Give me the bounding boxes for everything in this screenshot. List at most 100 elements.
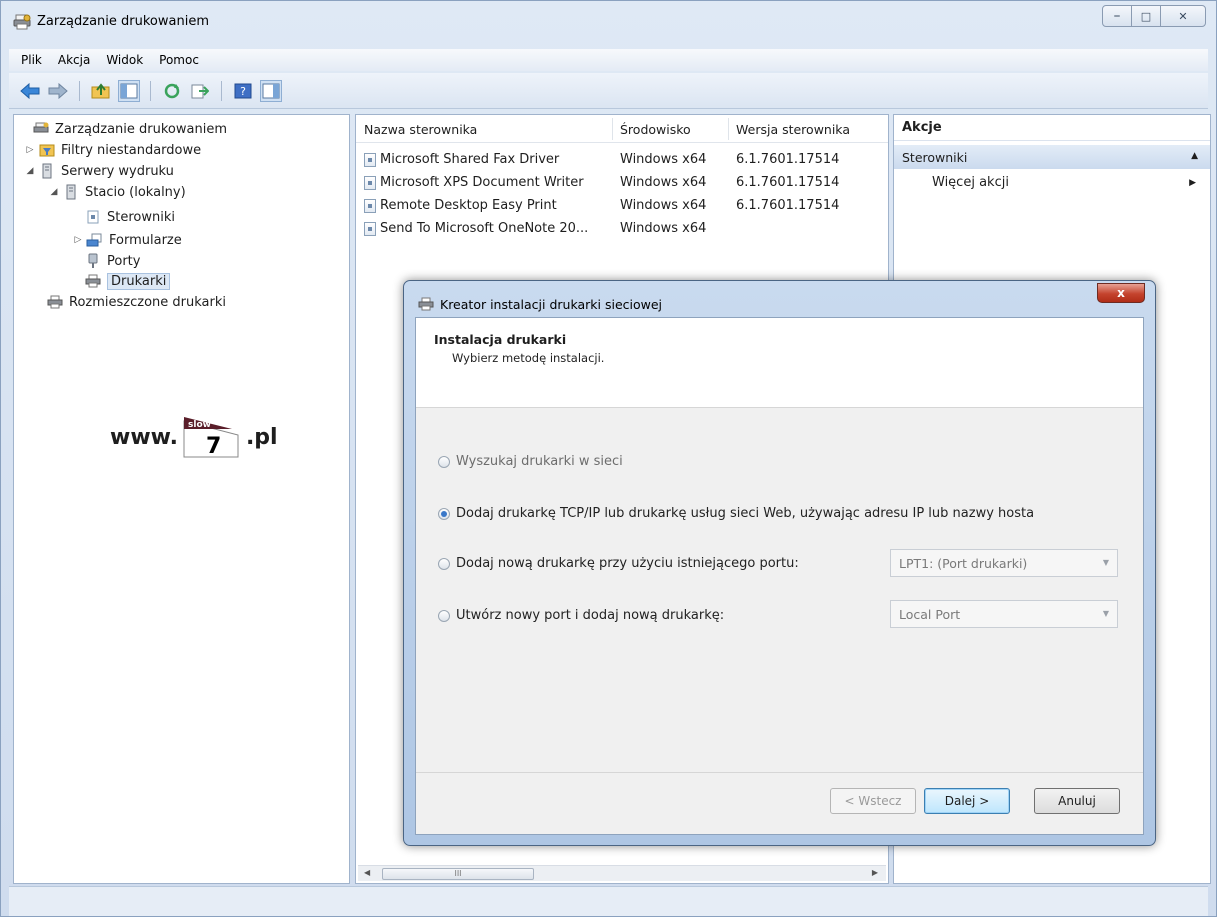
back-arrow-icon [20,82,40,99]
tree-item-deployed-printers[interactable]: Rozmieszczone drukarki [44,292,226,312]
show-action-pane-button[interactable] [260,79,282,102]
cell-driver-name: Send To Microsoft OneNote 20... [380,221,589,236]
tree-item-root[interactable]: Zarządzanie drukowaniem [18,119,227,139]
column-header-environment[interactable]: Środowisko [612,118,691,140]
driver-icon [84,209,102,225]
cell-driver-name: Microsoft Shared Fax Driver [380,152,560,167]
driver-icon [364,199,376,213]
close-button[interactable]: ✕ [1160,5,1206,27]
help-button[interactable]: ? [232,80,254,102]
up-level-button[interactable] [90,80,112,102]
next-button[interactable]: Dalej > [924,788,1010,814]
menu-bar: Plik Akcja Widok Pomoc [9,49,1208,71]
watermark-logo: www. slow 7 .pl [110,415,278,459]
scroll-thumb[interactable]: III [382,868,534,880]
console-tree: Zarządzanie drukowaniem ▷ Filtry niestan… [13,114,350,884]
printer-icon [46,294,64,310]
option-search-network[interactable]: Wyszukaj drukarki w sieci [438,454,623,469]
status-bar [9,886,1208,916]
server-icon [38,163,56,179]
cell-driver-name: Remote Desktop Easy Print [380,198,557,213]
show-tree-button[interactable] [118,79,140,102]
dialog-body: Instalacja drukarki Wybierz metodę insta… [415,317,1144,835]
menu-view[interactable]: Widok [98,53,151,67]
table-row[interactable]: Microsoft Shared Fax Driver Windows x64 … [356,149,888,171]
watermark-top: slow [188,420,211,430]
network-printer-wizard-dialog: Kreator instalacji drukarki sieciowej x … [403,280,1156,846]
radio-button[interactable] [438,455,450,468]
existing-port-value: LPT1: (Port drukarki) [899,556,1028,571]
window-title: Zarządzanie drukowaniem [37,14,209,29]
cell-driver-name: Microsoft XPS Document Writer [380,175,584,190]
help-icon: ? [234,83,252,98]
menu-help[interactable]: Pomoc [151,53,207,67]
server-icon [62,184,80,200]
minimize-button[interactable]: ⎯ [1102,5,1132,27]
dialog-title: Kreator instalacji drukarki sieciowej [440,297,663,312]
submenu-arrow-icon: ▶ [1189,178,1196,188]
cell-driver-version: 6.1.7601.17514 [736,175,840,190]
option-new-port[interactable]: Utwórz nowy port i dodaj nową drukarkę: [438,608,724,623]
back-button[interactable]: < Wstecz [830,788,916,814]
option-existing-port[interactable]: Dodaj nową drukarkę przy użyciu istnieją… [438,556,799,571]
dialog-close-button[interactable]: x [1097,283,1145,303]
table-row[interactable]: Send To Microsoft OneNote 20... Windows … [356,218,888,240]
radio-button[interactable] [438,609,450,622]
watermark-prefix: www. [110,424,178,450]
refresh-button[interactable] [161,80,183,102]
table-row[interactable]: Remote Desktop Easy Print Windows x64 6.… [356,195,888,217]
actions-section-label: Sterowniki [902,150,968,165]
export-button[interactable] [189,80,211,102]
refresh-icon [164,83,180,98]
menu-file[interactable]: Plik [13,53,50,67]
collapse-arrow-icon[interactable]: ◢ [24,166,36,176]
column-header-driver-version[interactable]: Wersja sterownika [728,118,850,140]
wizard-subheading: Wybierz metodę instalacji. [452,351,605,365]
tree-item-forms[interactable]: ▷ Formularze [72,230,182,250]
tree-item-drivers[interactable]: Sterowniki [82,207,175,227]
radio-button[interactable] [438,557,450,570]
printer-management-icon [13,14,31,30]
actions-section-drivers[interactable]: Sterowniki ▲ [894,145,1210,169]
scroll-right-arrow-icon[interactable]: ▶ [872,868,878,877]
horizontal-scrollbar[interactable]: ◀ III ▶ [358,865,886,881]
tree-item-local-server[interactable]: ◢ Stacio (lokalny) [48,182,186,202]
existing-port-select[interactable]: LPT1: (Port drukarki) ▼ [890,549,1118,577]
menu-action[interactable]: Akcja [50,53,98,67]
tree-item-ports[interactable]: Porty [82,251,140,271]
expand-arrow-icon[interactable]: ▷ [72,235,84,245]
forward-button[interactable] [47,80,69,102]
cell-environment: Windows x64 [620,221,707,236]
expand-arrow-icon[interactable]: ▷ [24,145,36,155]
option-add-tcpip-printer[interactable]: Dodaj drukarkę TCP/IP lub drukarkę usług… [438,506,1034,521]
driver-icon [364,176,376,190]
collapse-arrow-icon[interactable]: ◢ [48,187,60,197]
action-pane-icon [262,83,280,98]
more-actions-link[interactable]: Więcej akcji [932,175,1009,190]
maximize-button[interactable]: □ [1131,5,1161,27]
collapse-up-icon[interactable]: ▲ [1191,151,1198,161]
cell-environment: Windows x64 [620,175,707,190]
tree-item-custom-filters[interactable]: ▷ Filtry niestandardowe [24,140,202,160]
column-header-driver-name[interactable]: Nazwa sterownika [364,122,477,137]
toolbar-separator [150,80,151,101]
slow7-logo-icon: slow 7 [183,417,239,459]
toolbar: ? [9,73,1208,109]
option-label: Dodaj drukarkę TCP/IP lub drukarkę usług… [456,506,1035,521]
wizard-footer: < Wstecz Dalej > Anuluj [416,772,1143,834]
tree-item-print-servers[interactable]: ◢ Serwery wydruku [24,161,174,181]
tree-item-printers[interactable]: Drukarki [82,271,171,291]
table-row[interactable]: Microsoft XPS Document Writer Windows x6… [356,172,888,194]
scroll-left-arrow-icon[interactable]: ◀ [364,868,370,877]
radio-button-selected[interactable] [438,507,450,520]
printer-icon [84,273,102,289]
option-label: Wyszukaj drukarki w sieci [456,454,623,469]
dropdown-arrow-icon: ▼ [1102,558,1109,567]
cell-environment: Windows x64 [620,152,707,167]
dropdown-arrow-icon: ▼ [1102,609,1109,618]
new-port-type-select[interactable]: Local Port ▼ [890,600,1118,628]
list-header: Nazwa sterownika Środowisko Wersja stero… [356,115,888,143]
cancel-button[interactable]: Anuluj [1034,788,1120,814]
folder-up-icon [91,82,110,98]
back-button[interactable] [19,80,41,102]
